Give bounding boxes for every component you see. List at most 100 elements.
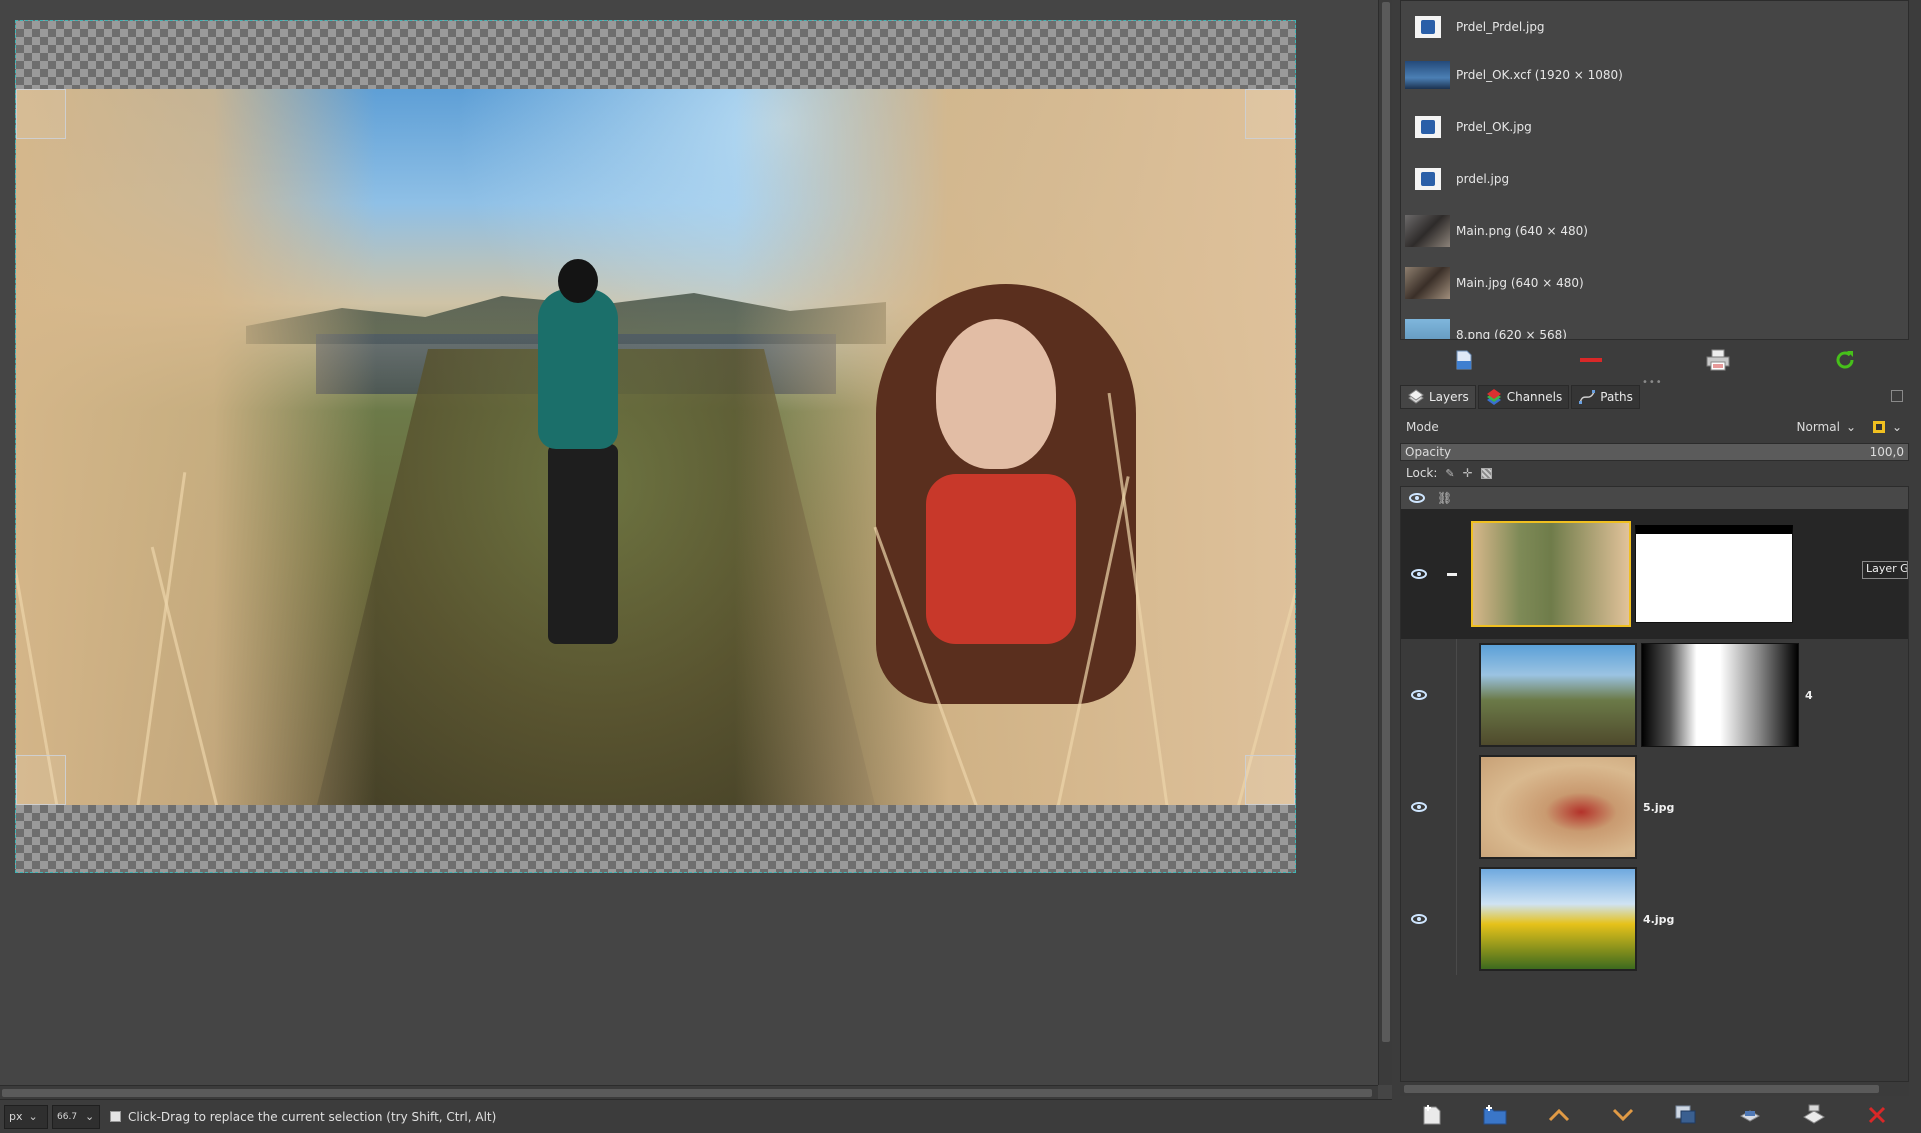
selection-handle-bottom-right[interactable] — [1245, 755, 1295, 805]
layer-name: 4.jpg — [1643, 912, 1675, 926]
image-thumbnail — [1405, 267, 1450, 299]
tab-paths[interactable]: Paths — [1571, 385, 1640, 409]
layer-thumbnail — [1479, 755, 1637, 859]
images-list[interactable]: Prdel_Prdel.jpg Prdel_OK.xcf (1920 × 108… — [1400, 0, 1909, 340]
unit-value: px — [9, 1110, 23, 1123]
images-toolbar — [1400, 340, 1909, 380]
image-item-label: Main.jpg (640 × 480) — [1456, 276, 1584, 290]
image-item[interactable]: Prdel_OK.xcf (1920 × 1080) — [1401, 49, 1891, 101]
image-item-label: Main.png (640 × 480) — [1456, 224, 1588, 238]
layer-name: 4 — [1805, 688, 1813, 702]
mode-row: Mode Normal ⌄ ⌄ — [1400, 414, 1909, 440]
scrollbar-thumb[interactable] — [1382, 2, 1390, 1042]
scrollbar-thumb[interactable] — [1404, 1085, 1879, 1093]
tab-menu-icon[interactable] — [1891, 390, 1903, 402]
mode-value: Normal — [1796, 420, 1840, 434]
dock-tabs: Layers Channels Paths — [1400, 384, 1909, 410]
chain-icon[interactable]: ⛓ — [1437, 491, 1452, 505]
refresh-icon[interactable] — [1831, 347, 1859, 373]
scrollbar-thumb[interactable] — [2, 1089, 1372, 1097]
group-tree-line — [1456, 863, 1457, 975]
image-item[interactable]: prdel.jpg — [1401, 153, 1891, 205]
panel-resize-grip[interactable]: ••• — [1642, 377, 1662, 388]
new-layer-icon[interactable] — [1418, 1102, 1446, 1128]
group-tree-line — [1456, 639, 1457, 751]
selection-handle-bottom-left[interactable] — [16, 755, 66, 805]
eye-icon[interactable] — [1411, 690, 1427, 700]
image-item-label: Prdel_OK.jpg — [1456, 120, 1532, 134]
tab-channels[interactable]: Channels — [1477, 385, 1570, 409]
zoom-select[interactable]: 66.7 % ⌄ — [52, 1104, 100, 1129]
grass-left — [16, 89, 376, 805]
layer-name-input[interactable]: Layer G — [1862, 561, 1908, 579]
chevron-down-icon: ⌄ — [28, 1110, 38, 1123]
merge-down-icon[interactable] — [1800, 1102, 1828, 1128]
mode-select[interactable]: Normal ⌄ — [1786, 420, 1866, 434]
tool-status-icon — [110, 1111, 121, 1122]
image-item-label: Prdel_OK.xcf (1920 × 1080) — [1456, 68, 1623, 82]
print-icon[interactable] — [1704, 347, 1732, 373]
mode-label: Mode — [1406, 420, 1439, 434]
composite-mode-icon — [1873, 421, 1885, 433]
layer-row[interactable]: 5.jpg — [1401, 751, 1908, 863]
duplicate-layer-icon[interactable] — [1672, 1102, 1700, 1128]
tab-layers[interactable]: Layers — [1400, 385, 1476, 409]
unit-select[interactable]: px ⌄ — [4, 1104, 48, 1129]
lock-alpha-icon[interactable] — [1480, 467, 1492, 479]
raise-layer-icon[interactable] — [1545, 1102, 1573, 1128]
anchor-layer-icon[interactable] — [1736, 1102, 1764, 1128]
hiker-figure — [518, 259, 648, 659]
image-item[interactable]: Main.png (640 × 480) — [1401, 205, 1891, 257]
layers-list[interactable]: ⛓ Layer G 4 5.jpg 4.jpg — [1400, 486, 1909, 1082]
opacity-slider[interactable]: Opacity 100,0 — [1400, 443, 1909, 461]
layer-row[interactable]: 4.jpg — [1401, 863, 1908, 975]
delete-icon[interactable] — [1577, 347, 1605, 373]
lock-position-icon[interactable]: ✛ — [1463, 466, 1473, 480]
file-image-icon — [1414, 116, 1441, 138]
zoom-value: 66.7 % — [57, 1111, 79, 1122]
lock-row: Lock: ✎ ✛ — [1400, 464, 1909, 482]
eye-icon[interactable] — [1409, 493, 1425, 503]
selection-handle-top-left[interactable] — [16, 89, 66, 139]
layer-thumbnail — [1479, 643, 1637, 747]
layer-mask-thumbnail — [1641, 643, 1799, 747]
selection-handle-top-right[interactable] — [1245, 89, 1295, 139]
layers-header: ⛓ — [1401, 487, 1908, 509]
image-thumbnail — [1405, 319, 1450, 339]
new-view-icon[interactable] — [1450, 347, 1478, 373]
new-layer-group-icon[interactable] — [1481, 1102, 1509, 1128]
layer-name: 5.jpg — [1643, 800, 1675, 814]
opacity-value: 100,0 — [1869, 445, 1904, 459]
canvas-vertical-scrollbar[interactable] — [1378, 0, 1392, 1085]
chevron-down-icon: ⌄ — [1845, 420, 1856, 434]
lower-layer-icon[interactable] — [1609, 1102, 1637, 1128]
layer-thumbnail — [1479, 867, 1637, 971]
image-item[interactable]: Prdel_Prdel.jpg — [1401, 1, 1891, 53]
eye-icon[interactable] — [1411, 802, 1427, 812]
paths-icon — [1579, 390, 1596, 404]
delete-layer-icon[interactable] — [1863, 1102, 1891, 1128]
layer-thumbnail — [1471, 521, 1631, 627]
image-thumbnail — [1405, 215, 1450, 247]
layers-horizontal-scrollbar[interactable] — [1400, 1082, 1909, 1096]
image-item[interactable]: Prdel_OK.jpg — [1401, 101, 1891, 153]
image-item-label: Prdel_Prdel.jpg — [1456, 20, 1545, 34]
eye-icon[interactable] — [1411, 914, 1427, 924]
chevron-down-icon: ⌄ — [85, 1110, 95, 1123]
image-item-label: 8.png (620 × 568) — [1456, 328, 1567, 340]
layer-row[interactable]: 4 — [1401, 639, 1908, 751]
composite-mode-select[interactable]: ⌄ — [1872, 420, 1902, 434]
image-item[interactable]: Main.jpg (640 × 480) — [1401, 257, 1891, 309]
lock-label: Lock: — [1406, 466, 1438, 480]
image-canvas[interactable] — [0, 0, 1378, 1085]
chevron-down-icon: ⌄ — [1892, 420, 1903, 434]
eye-icon[interactable] — [1411, 569, 1427, 579]
image-frame[interactable] — [15, 20, 1296, 873]
canvas-horizontal-scrollbar[interactable] — [0, 1085, 1378, 1099]
lock-pixels-icon[interactable]: ✎ — [1445, 467, 1454, 480]
collapse-group-icon[interactable] — [1447, 572, 1457, 576]
image-item[interactable]: 8.png (620 × 568) — [1401, 309, 1891, 340]
file-image-icon — [1414, 168, 1441, 190]
status-bar: px ⌄ 66.7 % ⌄ Click-Drag to replace the … — [0, 1099, 1400, 1133]
layer-row-group[interactable]: Layer G — [1401, 509, 1908, 639]
